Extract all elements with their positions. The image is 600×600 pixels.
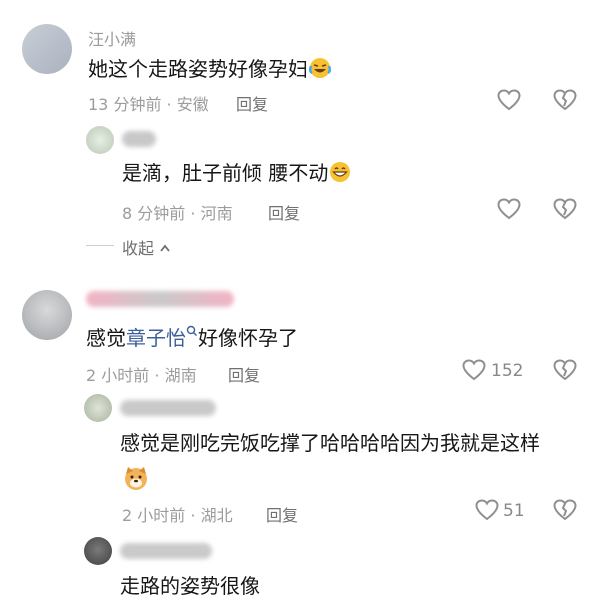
comment-time: 13 分钟前 xyxy=(88,95,162,114)
collapse-divider xyxy=(86,245,114,246)
reply-location: 湖北 xyxy=(200,506,233,525)
separator: · xyxy=(190,506,196,525)
avatar[interactable] xyxy=(84,537,112,565)
reply-text: 是滴，肚子前倾 腰不动 xyxy=(122,160,352,186)
avatar[interactable] xyxy=(22,290,72,340)
broken-heart-icon[interactable] xyxy=(553,198,577,220)
heart-icon[interactable] xyxy=(462,359,486,381)
avatar[interactable] xyxy=(86,126,114,154)
dog-face-emoji-icon xyxy=(125,467,147,490)
reply-time: 2 小时前 xyxy=(122,506,186,525)
commenter-name[interactable] xyxy=(120,543,212,559)
reply-button[interactable]: 回复 xyxy=(228,362,260,386)
comment-meta: 2 小时前 · 湖南 xyxy=(86,362,197,386)
reply-button[interactable]: 回复 xyxy=(266,502,298,526)
collapse-button[interactable]: 收起 xyxy=(122,235,171,259)
avatar[interactable] xyxy=(22,24,72,74)
reply-button[interactable]: 回复 xyxy=(268,200,300,224)
heart-icon[interactable] xyxy=(497,89,521,111)
commenter-name[interactable] xyxy=(86,291,234,307)
comment-text: 感觉章子怡 好像怀孕了 xyxy=(86,325,298,350)
reply-button[interactable]: 回复 xyxy=(236,91,268,115)
broken-heart-icon[interactable] xyxy=(553,89,577,111)
reply-time: 8 分钟前 xyxy=(122,204,186,223)
search-icon[interactable] xyxy=(186,325,198,337)
comment-text: 她这个走路姿势好像孕妇 xyxy=(88,56,332,82)
commenter-name[interactable]: 汪小满 xyxy=(88,26,136,50)
comment-location: 湖南 xyxy=(164,366,197,385)
laugh-cry-emoji-icon xyxy=(308,58,332,78)
chevron-up-icon xyxy=(160,244,170,252)
reply-meta: 2 小时前 · 湖北 xyxy=(122,502,233,526)
commenter-name[interactable] xyxy=(120,400,216,416)
separator: · xyxy=(190,204,196,223)
mention-link[interactable]: 章子怡 xyxy=(126,326,186,350)
broken-heart-icon[interactable] xyxy=(553,499,577,521)
separator: · xyxy=(166,95,172,114)
reply-meta: 8 分钟前 · 河南 xyxy=(122,200,233,224)
reply-text: 走路的姿势很像 xyxy=(120,574,260,598)
like-count: 152 xyxy=(491,361,524,381)
avatar[interactable] xyxy=(84,394,112,422)
commenter-name[interactable] xyxy=(122,131,156,147)
comment-location: 安徽 xyxy=(176,95,209,114)
comment-time: 2 小时前 xyxy=(86,366,150,385)
reply-location: 河南 xyxy=(200,204,233,223)
comment-meta: 13 分钟前 · 安徽 xyxy=(88,91,209,115)
grin-emoji-icon xyxy=(330,162,351,182)
like-count: 51 xyxy=(503,501,525,521)
separator: · xyxy=(154,366,160,385)
heart-icon[interactable] xyxy=(497,198,521,220)
broken-heart-icon[interactable] xyxy=(553,359,577,381)
heart-icon[interactable] xyxy=(475,499,499,521)
reply-text: 感觉是刚吃完饭吃撑了哈哈哈哈因为我就是这样 xyxy=(120,431,540,455)
collapse-label: 收起 xyxy=(122,239,155,258)
